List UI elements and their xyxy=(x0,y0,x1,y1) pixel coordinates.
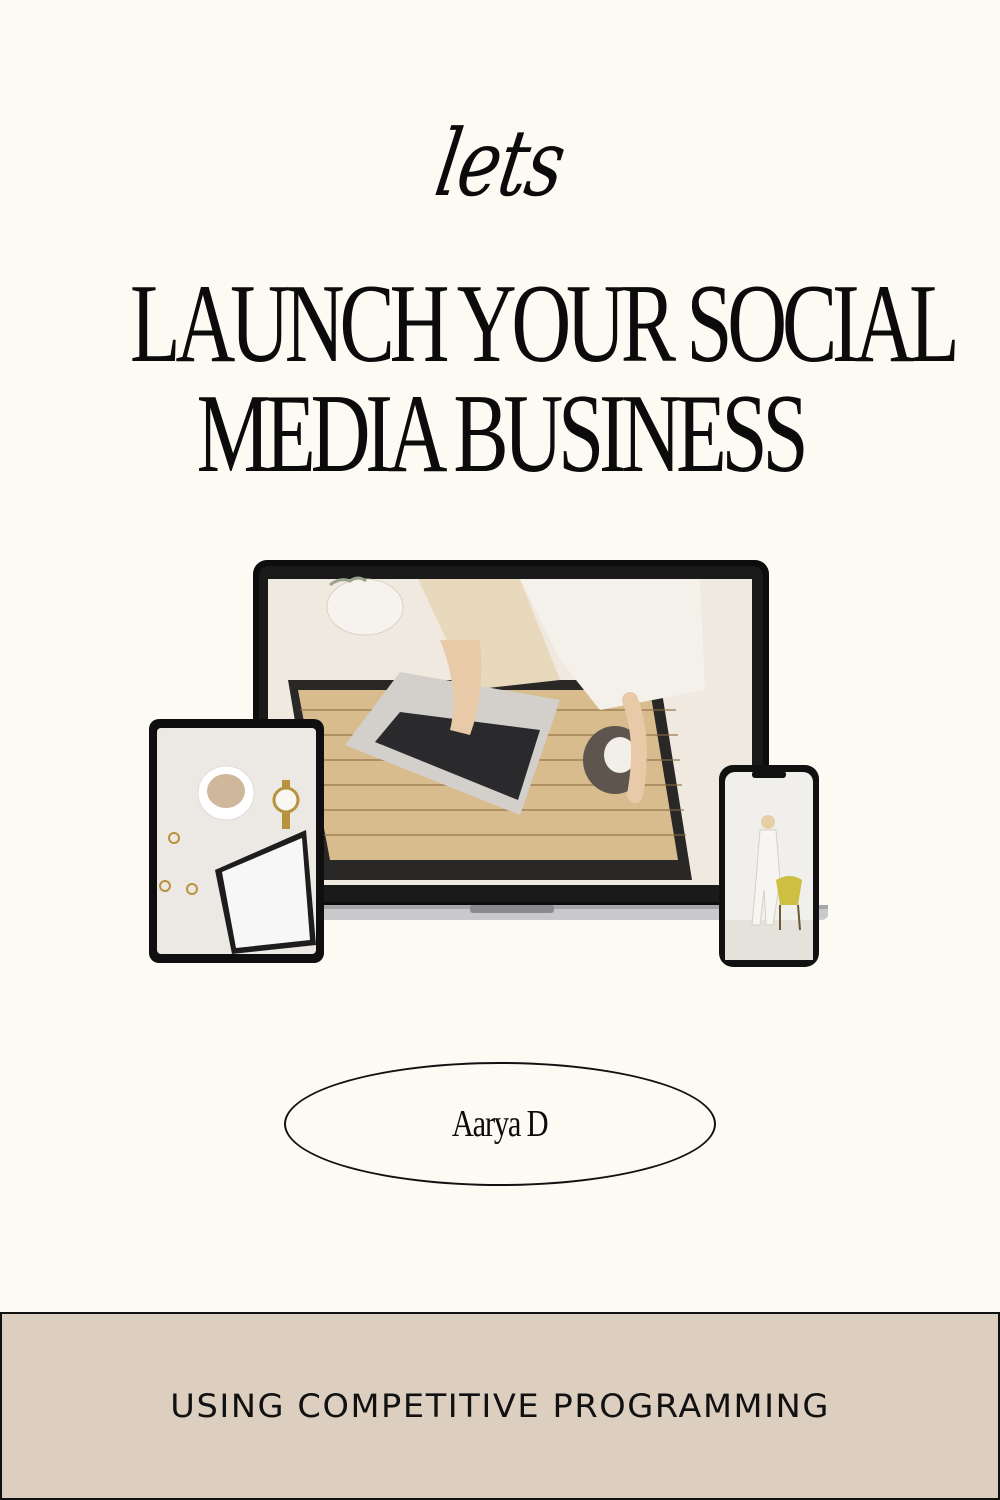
laptop-screen-photo xyxy=(268,576,752,885)
author-name: Aarya D xyxy=(452,1103,549,1145)
tablet-mockup xyxy=(149,719,324,963)
subtitle-text: USING COMPETITIVE PROGRAMMING xyxy=(170,1387,830,1425)
phone-mockup xyxy=(719,765,819,967)
device-mockups xyxy=(149,560,828,967)
footer-band: USING COMPETITIVE PROGRAMMING xyxy=(0,1312,1000,1500)
author-oval: Aarya D xyxy=(284,1062,716,1186)
